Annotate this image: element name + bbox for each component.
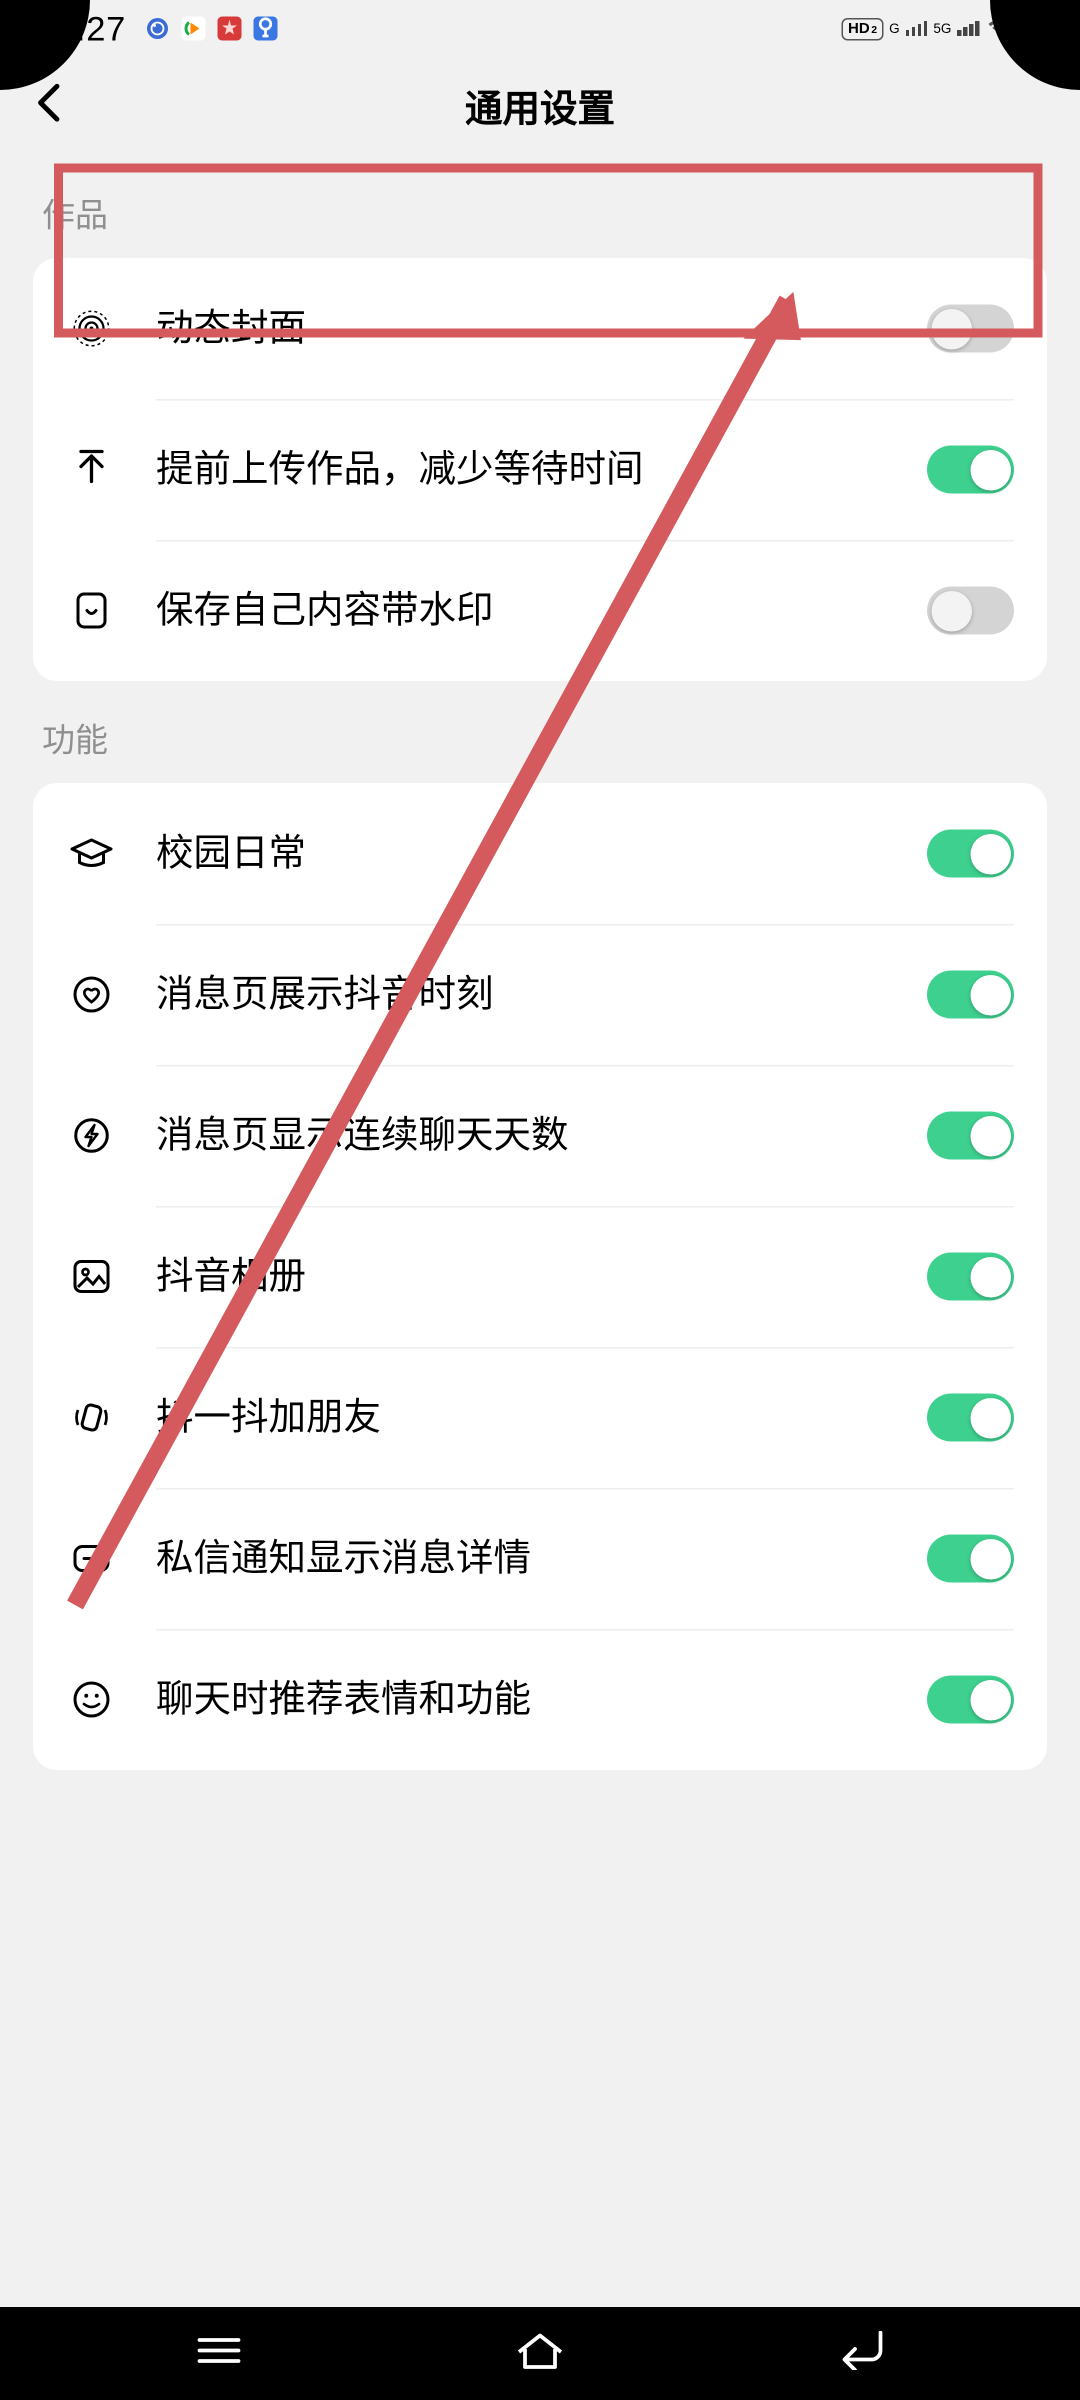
page-title: 通用设置 <box>465 80 615 134</box>
hd-badge: HD2 <box>842 17 883 40</box>
shake-icon <box>66 1398 117 1437</box>
row-emoji-rec[interactable]: 聊天时推荐表情和功能 <box>66 1629 1014 1770</box>
row-watermark[interactable]: 保存自己内容带水印 <box>66 540 1014 681</box>
row-label: 动态封面 <box>117 301 927 355</box>
row-label: 消息页显示连续聊天天数 <box>117 1108 927 1162</box>
row-label: 私信通知显示消息详情 <box>117 1531 927 1585</box>
row-label: 提前上传作品，减少等待时间 <box>117 442 927 496</box>
toggle-emoji-rec[interactable] <box>927 1676 1014 1724</box>
app-icon-1 <box>144 15 171 42</box>
picture-icon <box>66 1259 117 1295</box>
status-bar: 10:27 HD2 G 5G 79 <box>0 0 1080 57</box>
graduation-cap-icon <box>66 836 117 872</box>
row-moments[interactable]: 消息页展示抖音时刻 <box>66 924 1014 1065</box>
row-label: 消息页展示抖音时刻 <box>117 967 927 1021</box>
app-icon-2 <box>180 15 207 42</box>
row-album[interactable]: 抖音相册 <box>66 1206 1014 1347</box>
section-label-works: 作品 <box>0 156 1080 258</box>
system-nav-bar <box>0 2307 1080 2400</box>
signal-bars-1 <box>906 21 928 36</box>
toggle-dm-detail[interactable] <box>927 1535 1014 1583</box>
row-dm-detail[interactable]: 私信通知显示消息详情 <box>66 1488 1014 1629</box>
watermark-icon <box>66 590 117 632</box>
card-features: 校园日常 消息页展示抖音时刻 消息页显示连续聊天天数 抖音相册 抖一抖加朋友 私 <box>33 783 1047 1770</box>
toggle-watermark[interactable] <box>927 587 1014 635</box>
row-label: 抖音相册 <box>117 1249 927 1303</box>
row-label: 保存自己内容带水印 <box>117 583 927 637</box>
target-icon <box>66 308 117 350</box>
network-g-label: G <box>889 21 900 36</box>
message-icon <box>66 1542 117 1575</box>
row-dynamic-cover[interactable]: 动态封面 <box>66 258 1014 399</box>
app-icon-4 <box>252 15 279 42</box>
row-label: 校园日常 <box>117 826 927 880</box>
nav-home-button[interactable] <box>513 2329 567 2379</box>
network-5g-label: 5G <box>933 21 951 36</box>
smiley-icon <box>66 1680 117 1719</box>
toggle-album[interactable] <box>927 1253 1014 1301</box>
toggle-streak[interactable] <box>927 1112 1014 1160</box>
signal-bars-2 <box>957 21 979 36</box>
card-works: 动态封面 提前上传作品，减少等待时间 保存自己内容带水印 <box>33 258 1047 681</box>
row-label: 聊天时推荐表情和功能 <box>117 1672 927 1726</box>
row-campus[interactable]: 校园日常 <box>66 783 1014 924</box>
section-label-features: 功能 <box>0 681 1080 783</box>
nav-recent-button[interactable] <box>194 2332 245 2376</box>
row-label: 抖一抖加朋友 <box>117 1390 927 1444</box>
page-header: 通用设置 <box>0 57 1080 156</box>
toggle-preupload[interactable] <box>927 446 1014 494</box>
back-button[interactable] <box>33 80 66 133</box>
row-shake[interactable]: 抖一抖加朋友 <box>66 1347 1014 1488</box>
heart-circle-icon <box>66 975 117 1014</box>
toggle-dynamic-cover[interactable] <box>927 305 1014 353</box>
row-streak[interactable]: 消息页显示连续聊天天数 <box>66 1065 1014 1206</box>
lightning-icon <box>66 1116 117 1155</box>
app-icon-3 <box>216 15 243 42</box>
toggle-moments[interactable] <box>927 971 1014 1019</box>
nav-back-button[interactable] <box>835 2330 886 2377</box>
row-preupload[interactable]: 提前上传作品，减少等待时间 <box>66 399 1014 540</box>
toggle-shake[interactable] <box>927 1394 1014 1442</box>
upload-icon <box>66 449 117 491</box>
toggle-campus[interactable] <box>927 830 1014 878</box>
